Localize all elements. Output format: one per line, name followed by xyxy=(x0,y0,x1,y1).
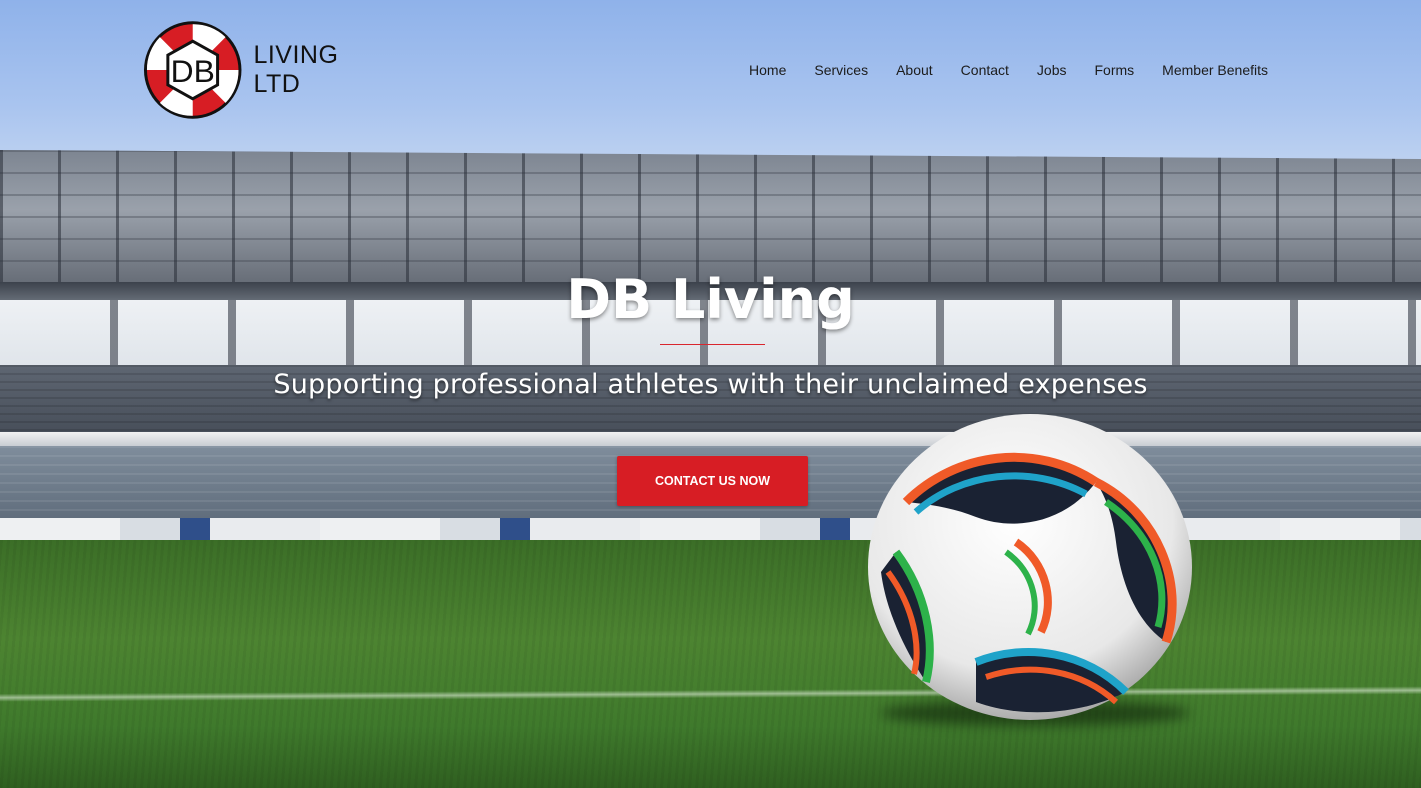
title-divider xyxy=(660,344,765,345)
hero-title: DB Living xyxy=(566,268,855,331)
main-nav: Home Services About Contact Jobs Forms M… xyxy=(749,60,1268,80)
nav-item-about[interactable]: About xyxy=(896,62,933,78)
contact-us-now-button[interactable]: CONTACT US NOW xyxy=(617,456,808,506)
advertising-boards xyxy=(0,518,1421,542)
nav-item-services[interactable]: Services xyxy=(814,62,868,78)
nav-item-home[interactable]: Home xyxy=(749,62,786,78)
football-image xyxy=(868,414,1192,720)
site-logo[interactable]: DB LIVING LTD xyxy=(142,19,392,121)
nav-item-member-benefits[interactable]: Member Benefits xyxy=(1162,62,1268,78)
stadium-ribbon-board xyxy=(0,432,1421,446)
hero-subtitle: Supporting professional athletes with th… xyxy=(273,369,1148,400)
nav-item-jobs[interactable]: Jobs xyxy=(1037,62,1067,78)
nav-item-contact[interactable]: Contact xyxy=(961,62,1009,78)
db-logo-icon: DB xyxy=(143,21,242,119)
grass-pitch xyxy=(0,540,1421,788)
logo-wordmark: LIVING LTD xyxy=(253,41,339,98)
nav-item-forms[interactable]: Forms xyxy=(1095,62,1135,78)
logo-mark-text: DB xyxy=(171,53,215,89)
